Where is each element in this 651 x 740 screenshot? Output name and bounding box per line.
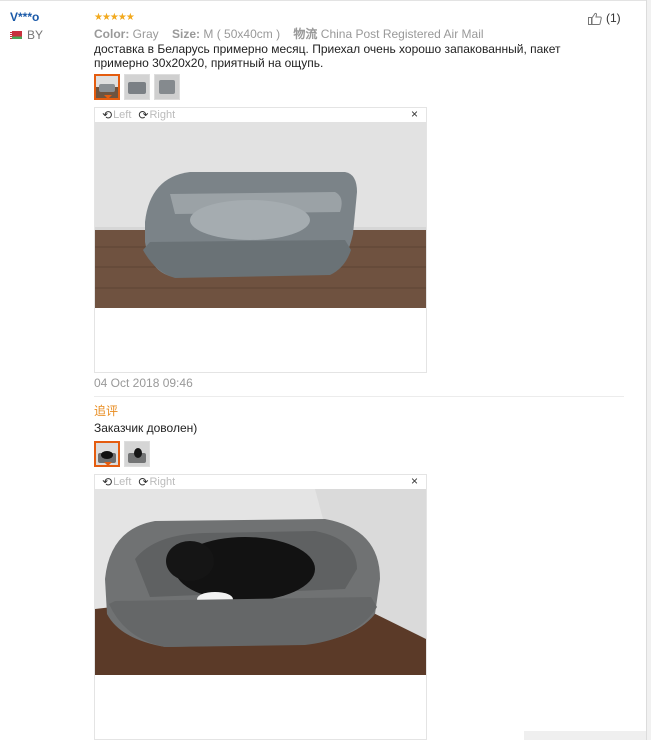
review-text-line: доставка в Беларусь примерно месяц. Прие… xyxy=(94,42,561,56)
rotate-left-icon: ⟲ xyxy=(102,475,113,489)
reviewer-info: V***o BY xyxy=(10,10,43,42)
review-date: 04 Oct 2018 09:46 xyxy=(94,376,193,390)
rotate-left-button[interactable]: ⟲ Left xyxy=(101,108,131,122)
review-photo[interactable] xyxy=(95,122,426,308)
color-value: Gray xyxy=(132,27,159,41)
viewer-controls: ⟲ Left ⟳ Right × xyxy=(95,474,426,489)
review-text-line: примерно 30x20x20, приятный на ощупь. xyxy=(94,56,324,70)
viewer-controls: ⟲ Left ⟳ Right × xyxy=(95,107,426,122)
thumbnail-image[interactable] xyxy=(94,441,120,467)
rotate-right-icon: ⟳ xyxy=(138,108,149,122)
rotate-right-button[interactable]: ⟳ Right xyxy=(137,108,175,122)
order-info: Color: Gray Size: M ( 50x40cm ) 物流 China… xyxy=(94,25,484,42)
top-border xyxy=(0,0,651,1)
thumbnails xyxy=(94,441,154,467)
rotate-left-button[interactable]: ⟲ Left xyxy=(101,475,131,489)
reviewer-name[interactable]: V***o xyxy=(10,10,43,24)
rotate-right-button[interactable]: ⟳ Right xyxy=(137,475,175,489)
thumbnails xyxy=(94,74,184,100)
divider xyxy=(94,396,624,397)
additional-feedback-label: 追评 xyxy=(94,404,119,418)
scrollbar[interactable] xyxy=(646,0,651,740)
shipping-label: 物流 xyxy=(293,27,318,41)
color-label: Color: xyxy=(94,27,130,41)
rating-stars: ★★★★★ xyxy=(94,12,135,23)
image-viewer: ⟲ Left ⟳ Right × xyxy=(94,474,427,740)
country-code: BY xyxy=(27,28,44,42)
thumbs-up-icon xyxy=(588,12,602,25)
horizontal-scrollbar[interactable] xyxy=(524,731,646,740)
helpful-button[interactable]: (1) xyxy=(588,11,621,25)
review-photo[interactable] xyxy=(95,489,426,675)
rotate-right-icon: ⟳ xyxy=(138,475,149,489)
size-label: Size: xyxy=(172,27,201,41)
thumbnail-image[interactable] xyxy=(94,74,120,100)
rotate-left-icon: ⟲ xyxy=(102,108,113,122)
image-viewer: ⟲ Left ⟳ Right × xyxy=(94,107,427,373)
thumbnail-image[interactable] xyxy=(124,74,150,100)
additional-feedback-text: Заказчик доволен) xyxy=(94,421,198,435)
shipping-value: China Post Registered Air Mail xyxy=(320,27,484,41)
thumbnail-image[interactable] xyxy=(124,441,150,467)
review-text: доставка в Беларусь примерно месяц. Прие… xyxy=(94,42,560,70)
helpful-count: (1) xyxy=(606,11,621,25)
reviewer-country: BY xyxy=(10,28,43,42)
size-value: M ( 50x40cm ) xyxy=(203,27,281,41)
close-icon[interactable]: × xyxy=(411,474,418,488)
close-icon[interactable]: × xyxy=(411,107,418,121)
flag-icon xyxy=(10,31,22,39)
thumbnail-image[interactable] xyxy=(154,74,180,100)
